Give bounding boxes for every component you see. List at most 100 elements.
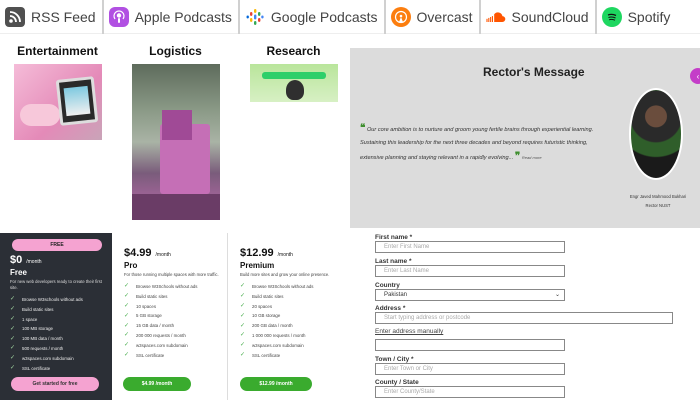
plan-description: For new web developers ready to create t… [10, 279, 102, 290]
spotify-icon [601, 6, 622, 27]
read-more-link[interactable]: Read more [522, 155, 542, 160]
service-title: Research [266, 44, 321, 58]
rector-quote: ❝ Our core ambition is to nurture and gr… [360, 122, 600, 165]
plan-description: Build more sites and grow your online pr… [240, 272, 330, 277]
country-value: Pakistan [384, 292, 408, 298]
get-started-free-button[interactable]: Get started for free [11, 377, 99, 391]
check-icon: ✓ [240, 283, 246, 290]
county-label: County / State [375, 379, 419, 386]
podcast-link-rss[interactable]: RSS Feed [0, 0, 104, 34]
feature-item: ✓ Build static sites [240, 293, 284, 300]
plan-name: Premium [240, 261, 275, 270]
plan-price: $12.99/month [240, 247, 293, 259]
feature-item: ✓ SSL certificate [240, 351, 281, 358]
check-icon: ✓ [240, 312, 246, 319]
podcast-bar: RSS Feed Apple Podcasts Google Podcasts … [0, 0, 700, 34]
feature-item: ✓ Browse W3Schools without ads [124, 283, 198, 290]
podcast-link-google[interactable]: Google Podcasts [240, 0, 386, 34]
check-icon: ✓ [10, 345, 16, 352]
check-icon: ✓ [240, 322, 246, 329]
enter-address-manually-link[interactable]: Enter address manually [375, 328, 443, 335]
feature-item: ✓ 500 requests / month [10, 345, 64, 352]
service-title: Logistics [149, 44, 202, 58]
first-name-label: First name * [375, 234, 413, 241]
check-icon: ✓ [124, 351, 130, 358]
plan-price: $4.99/month [124, 247, 171, 259]
first-name-input[interactable]: Enter First Name [375, 241, 565, 253]
service-research[interactable]: Research [246, 44, 341, 102]
check-icon: ✓ [124, 302, 130, 309]
plan-name: Pro [124, 261, 138, 270]
podcast-label: Overcast [416, 8, 473, 25]
check-icon: ✓ [124, 322, 130, 329]
service-logistics[interactable]: Logistics [128, 44, 223, 220]
address-label: Address * [375, 305, 406, 312]
close-quote-icon: ❞ [514, 151, 521, 162]
check-icon: ✓ [240, 293, 246, 300]
check-icon: ✓ [10, 335, 16, 342]
overcast-icon [390, 6, 411, 27]
country-select[interactable]: Pakistan ⌄ [375, 289, 565, 301]
podcast-label: Google Podcasts [270, 8, 378, 25]
research-image [249, 64, 338, 102]
podcast-label: Apple Podcasts [134, 8, 232, 25]
plan-free: FREE $0/month Free For new web developer… [0, 233, 112, 400]
podcast-link-spotify[interactable]: Spotify [597, 0, 677, 34]
apple-podcasts-icon [108, 6, 129, 27]
feature-item: ✓ 1 space [10, 315, 38, 322]
quote-line: Our core ambition is to nurture and groo… [366, 127, 594, 133]
podcast-link-apple[interactable]: Apple Podcasts [104, 0, 240, 34]
podcast-label: SoundCloud [511, 8, 589, 25]
feature-item: ✓ w3spaces.com subdomain [10, 355, 74, 362]
check-icon: ✓ [10, 364, 16, 371]
feature-item: ✓ Build static sites [124, 293, 168, 300]
check-icon: ✓ [240, 351, 246, 358]
rector-role: Rector NUST [645, 203, 671, 208]
quote-line: Sustaining this leadership for the next … [360, 140, 588, 146]
feature-item: ✓ Browse W3schools without ads [10, 296, 83, 303]
feature-item: ✓ 10 spaces [124, 302, 157, 309]
check-icon: ✓ [240, 342, 246, 349]
feature-item: ✓ 100 MB data / month [10, 335, 63, 342]
rector-caption: Engr Javed Mahmood Bukhari Rector NUST [618, 192, 698, 210]
feature-item: ✓ w3spaces.com subdomain [124, 342, 188, 349]
podcast-link-soundcloud[interactable]: SoundCloud [481, 0, 597, 34]
feature-item: ✓ Browse W3Schools without ads [240, 283, 314, 290]
feature-item: ✓ SSL certificate [124, 351, 165, 358]
check-icon: ✓ [124, 342, 130, 349]
pro-plan-button[interactable]: $4.99 /month [123, 377, 191, 391]
check-icon: ✓ [124, 283, 130, 290]
feature-item: ✓ 10 GB storage [240, 312, 281, 319]
premium-plan-button[interactable]: $12.99 /month [240, 377, 312, 391]
plan-pro: $4.99/month Pro For those running multip… [118, 233, 228, 400]
manual-address-input[interactable] [375, 339, 565, 351]
feature-item: ✓ 20 spaces [240, 302, 273, 309]
country-label: Country [375, 282, 400, 289]
google-podcasts-icon [245, 7, 265, 27]
podcast-label: RSS Feed [31, 8, 96, 25]
town-input[interactable]: Enter Town or City [375, 363, 565, 375]
chevron-left-icon[interactable]: ‹ [690, 68, 700, 84]
feature-item: ✓ 15 GB data / month [124, 322, 175, 329]
service-title: Entertainment [17, 44, 98, 58]
soundcloud-icon [485, 7, 506, 27]
plan-price: $0/month [10, 254, 42, 266]
address-input[interactable]: Start typing address or postcode [375, 312, 673, 324]
podcast-link-overcast[interactable]: Overcast [386, 0, 481, 34]
rector-message-section: Rector's Message ❝ Our core ambition is … [350, 48, 700, 228]
check-icon: ✓ [240, 332, 246, 339]
last-name-label: Last name * [375, 258, 412, 265]
pricing-section: FREE $0/month Free For new web developer… [0, 233, 350, 400]
county-input[interactable]: Enter County/State [375, 386, 565, 398]
service-entertainment[interactable]: Entertainment [10, 44, 105, 140]
rector-portrait [629, 88, 683, 180]
podcast-label: Spotify [627, 8, 671, 25]
rss-icon [5, 6, 25, 27]
feature-item: ✓ w3spaces.com subdomain [240, 342, 304, 349]
last-name-input[interactable]: Enter Last Name [375, 265, 565, 277]
feature-item: ✓ 100 MB storage [10, 325, 53, 332]
check-icon: ✓ [10, 355, 16, 362]
check-icon: ✓ [240, 302, 246, 309]
check-icon: ✓ [10, 325, 16, 332]
feature-item: ✓ 1 000 000 requests / month [240, 332, 306, 339]
